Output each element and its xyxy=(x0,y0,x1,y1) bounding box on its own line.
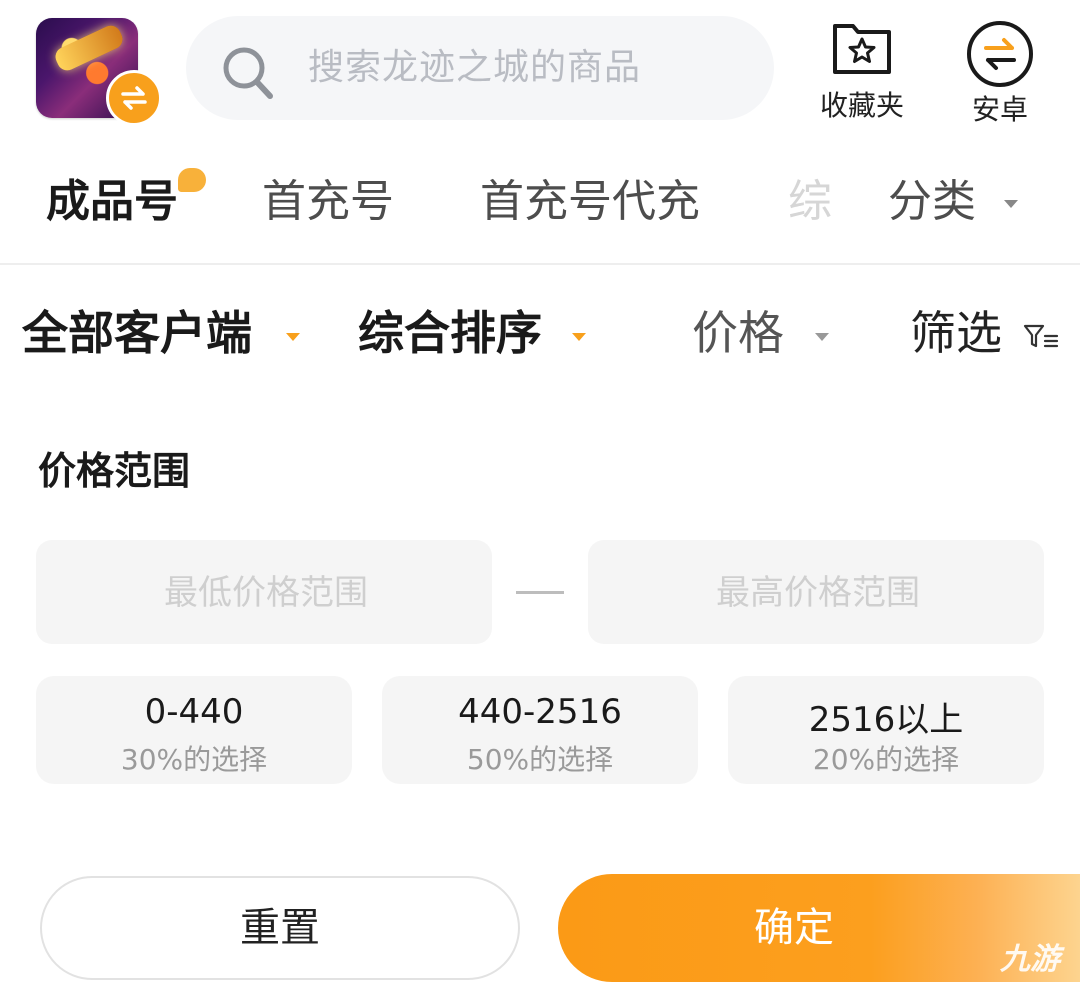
range-separator xyxy=(516,591,564,594)
price-filter-label: 价格 xyxy=(692,306,784,360)
max-price-field[interactable] xyxy=(588,540,1048,646)
preset-range: 0-440 xyxy=(144,692,244,732)
sort-filter[interactable]: 综合排序 xyxy=(358,300,587,366)
caret-down-icon xyxy=(1004,200,1018,208)
sort-filter-label: 综合排序 xyxy=(358,306,542,360)
caret-down-icon xyxy=(814,332,829,341)
price-preset-low[interactable]: 0-440 30%的选择 xyxy=(36,676,352,784)
advanced-filter-label: 筛选 xyxy=(910,306,1002,360)
tab-divider xyxy=(0,263,1080,265)
switch-game-icon[interactable] xyxy=(106,70,162,126)
price-preset-high[interactable]: 2516以上 20%的选择 xyxy=(728,676,1044,784)
tab-first-charge[interactable]: 首充号 xyxy=(262,170,394,234)
search-bar[interactable]: 搜索龙迹之城的商品 xyxy=(186,16,774,120)
platform-switch-button[interactable]: 安卓 xyxy=(952,14,1048,126)
max-price-input[interactable] xyxy=(588,540,1048,646)
favorites-button[interactable]: 收藏夹 xyxy=(812,14,912,124)
watermark-logo: 九游 xyxy=(1000,942,1060,977)
star-folder-icon xyxy=(833,24,891,74)
price-filter[interactable]: 价格 xyxy=(692,300,829,366)
hot-badge xyxy=(178,168,206,192)
min-price-field[interactable] xyxy=(36,540,496,646)
preset-percentage: 50%的选择 xyxy=(466,743,614,776)
tab-category[interactable]: 分类 xyxy=(888,170,1018,234)
swap-circle-icon xyxy=(967,21,1033,87)
price-range-title: 价格范围 xyxy=(38,449,191,493)
price-preset-mid[interactable]: 440-2516 50%的选择 xyxy=(382,676,698,784)
tab-finished-account[interactable]: 成品号 xyxy=(46,170,178,234)
preset-range: 2516以上 xyxy=(808,700,964,740)
platform-label: 安卓 xyxy=(971,93,1028,126)
preset-percentage: 20%的选择 xyxy=(812,743,960,776)
preset-percentage: 30%的选择 xyxy=(120,743,268,776)
search-input[interactable]: 搜索龙迹之城的商品 xyxy=(308,16,641,120)
search-icon xyxy=(223,47,273,99)
confirm-label: 确定 xyxy=(754,905,834,951)
favorites-label: 收藏夹 xyxy=(819,89,904,122)
min-price-input[interactable] xyxy=(36,540,496,646)
tab-category-label: 分类 xyxy=(888,176,976,227)
filter-icon xyxy=(1023,324,1058,347)
caret-down-icon xyxy=(286,332,301,341)
client-filter-label: 全部客户端 xyxy=(22,306,252,360)
preset-range: 440-2516 xyxy=(458,692,622,732)
client-filter[interactable]: 全部客户端 xyxy=(22,300,301,366)
tab-comprehensive[interactable]: 综 xyxy=(788,170,832,234)
caret-down-icon xyxy=(572,332,587,341)
advanced-filter[interactable]: 筛选 xyxy=(910,300,1059,366)
game-artwork xyxy=(52,22,126,74)
reset-button[interactable]: 重置 xyxy=(40,876,520,980)
tab-first-charge-proxy[interactable]: 首充号代充 xyxy=(480,170,700,234)
